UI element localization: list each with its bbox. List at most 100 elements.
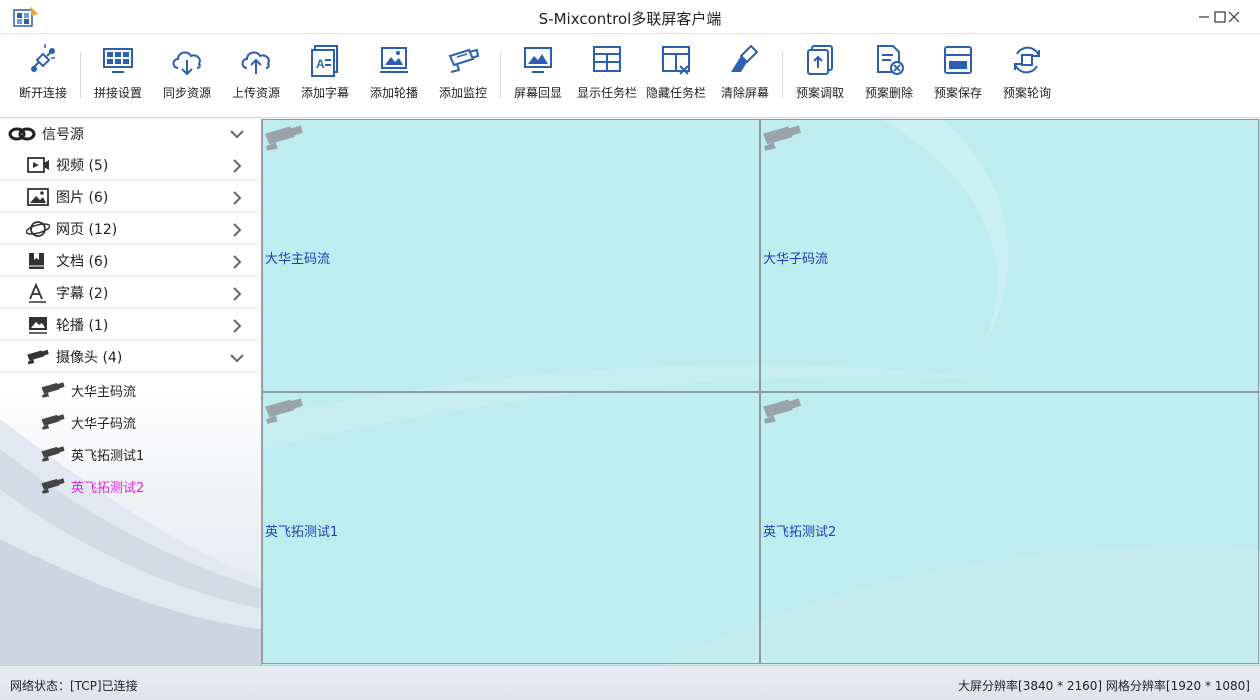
screen-cell-2[interactable]: 大华子码流 [760, 119, 1259, 392]
sidebar-item-carousel[interactable]: 轮播 (1) [0, 311, 258, 341]
chevron-right-icon [230, 319, 244, 333]
add-monitor-icon [448, 48, 480, 73]
screen-echo-label: 屏幕回显 [513, 86, 562, 100]
screen-echo-button[interactable]: 屏幕回显 [503, 40, 573, 112]
screen-cell-label: 英飞拓测试2 [763, 525, 837, 540]
chevron-right-icon [230, 223, 244, 237]
sidebar-item-label: 轮播 (1) [56, 318, 109, 334]
signal-source-label: 信号源 [42, 127, 84, 143]
document-icon [29, 253, 44, 269]
clear-screen-button[interactable]: 清除屏幕 [710, 40, 780, 112]
sidebar-item-label: 图片 (6) [56, 190, 109, 206]
add-monitor-label: 添加监控 [438, 86, 487, 100]
screen-cell-1[interactable]: 大华主码流 [262, 119, 760, 392]
sidebar-item-webpage[interactable]: 网页 (12) [0, 215, 258, 245]
window-title: S-Mixcontrol多联屏客户端 [538, 10, 722, 28]
clear-screen-icon [731, 44, 759, 72]
plan-delete-button[interactable]: 预案删除 [854, 40, 924, 112]
camera-icon [40, 477, 66, 495]
camera-icon [263, 395, 305, 427]
sidebar-item-document[interactable]: 文档 (6) [0, 247, 258, 277]
camera-icon [40, 413, 66, 431]
sidebar-item-camera[interactable]: 摄像头 (4) [0, 343, 258, 373]
resolution-status: 大屏分辨率[3840 * 2160] 网格分辨率[1920 * 1080] [958, 679, 1250, 693]
toolbar: 断开连接 拼接设置 同步资源 上传资源 A 添加字幕 添加轮播 添加监控 屏幕回… [0, 34, 1260, 118]
chevron-right-icon [230, 191, 244, 205]
camera-icon [761, 122, 803, 154]
sidebar-item-image[interactable]: 图片 (6) [0, 183, 258, 213]
add-monitor-button[interactable]: 添加监控 [428, 40, 498, 112]
plan-poll-icon [1014, 46, 1040, 74]
signal-source-header[interactable]: 信号源 [0, 119, 258, 149]
carousel-icon [29, 317, 47, 334]
toolbar-separator [500, 52, 501, 98]
splice-settings-icon [103, 48, 133, 73]
plan-save-icon [944, 46, 972, 74]
disconnect-label: 断开连接 [18, 86, 67, 100]
show-taskbar-button[interactable]: 显示任务栏 [572, 40, 642, 112]
camera-item-dahua-sub[interactable]: 大华子码流 [0, 408, 258, 436]
show-taskbar-label: 显示任务栏 [576, 86, 637, 100]
close-button[interactable] [1217, 0, 1251, 34]
plan-poll-label: 预案轮询 [1002, 86, 1051, 100]
plan-load-button[interactable]: 预案调取 [785, 40, 855, 112]
disconnect-icon [31, 44, 55, 72]
chevron-right-icon [230, 287, 244, 301]
close-icon [1228, 11, 1240, 23]
screen-cell-3[interactable]: 英飞拓测试1 [262, 392, 760, 664]
hide-taskbar-icon [662, 46, 690, 75]
add-carousel-label: 添加轮播 [369, 86, 418, 100]
link-icon [8, 127, 36, 141]
chevron-right-icon [230, 255, 244, 269]
plan-save-button[interactable]: 预案保存 [923, 40, 993, 112]
svg-text:A: A [316, 57, 325, 71]
screen-cell-label: 大华主码流 [265, 252, 331, 267]
chevron-right-icon [230, 159, 244, 173]
toolbar-separator [782, 52, 783, 98]
splice-settings-button[interactable]: 拼接设置 [83, 40, 153, 112]
screen-cell-label: 大华子码流 [763, 252, 829, 267]
camera-icon [40, 381, 66, 399]
sync-resources-label: 同步资源 [162, 86, 211, 100]
sidebar-item-label: 网页 (12) [56, 222, 118, 238]
plan-load-icon [807, 45, 833, 75]
image-icon [27, 188, 49, 206]
add-subtitle-label: 添加字幕 [300, 86, 349, 100]
add-carousel-icon [380, 47, 408, 73]
video-wall-screen: 大华主码流 大华子码流 英飞拓测试1 英飞拓测试2 [261, 119, 1260, 665]
plan-load-label: 预案调取 [795, 86, 844, 100]
video-icon [27, 157, 49, 173]
sidebar-item-label: 摄像头 (4) [56, 350, 123, 366]
camera-item-infinova-2[interactable]: 英飞拓测试2 [0, 472, 258, 500]
camera-item-infinova-1[interactable]: 英飞拓测试1 [0, 440, 258, 468]
add-subtitle-icon: A [311, 45, 338, 77]
camera-icon [761, 395, 803, 427]
chevron-down-icon [230, 127, 244, 141]
font-icon [29, 283, 46, 303]
toolbar-separator [80, 52, 81, 98]
hide-taskbar-label: 隐藏任务栏 [645, 86, 706, 100]
add-subtitle-button[interactable]: A 添加字幕 [290, 40, 360, 112]
sidebar-item-video[interactable]: 视频 (5) [0, 151, 258, 181]
camera-item-label: 英飞拓测试2 [71, 480, 145, 496]
upload-resources-label: 上传资源 [231, 86, 280, 100]
camera-item-dahua-main[interactable]: 大华主码流 [0, 376, 258, 404]
upload-resources-button[interactable]: 上传资源 [221, 40, 291, 112]
camera-item-label: 大华主码流 [71, 384, 137, 400]
signal-source-panel: 信号源 视频 (5) 图片 (6) 网页 (12) 文档 (6) 字幕 (2) … [0, 119, 261, 665]
chevron-down-icon [230, 351, 244, 365]
status-bar: 网络状态：[TCP]已连接 大屏分辨率[3840 * 2160] 网格分辨率[1… [0, 665, 1260, 700]
screen-echo-icon [524, 47, 552, 73]
network-status: 网络状态：[TCP]已连接 [10, 679, 138, 693]
screen-cell-label: 英飞拓测试1 [265, 525, 339, 540]
cloud-upload-icon [241, 51, 270, 74]
plan-poll-button[interactable]: 预案轮询 [992, 40, 1062, 112]
sidebar-item-subtitle[interactable]: 字幕 (2) [0, 279, 258, 309]
disconnect-button[interactable]: 断开连接 [8, 40, 78, 112]
title-bar: S-Mixcontrol多联屏客户端 [0, 0, 1260, 34]
screen-cell-4[interactable]: 英飞拓测试2 [760, 392, 1259, 664]
hide-taskbar-button[interactable]: 隐藏任务栏 [641, 40, 711, 112]
sidebar-item-label: 视频 (5) [56, 158, 109, 174]
add-carousel-button[interactable]: 添加轮播 [359, 40, 429, 112]
sync-resources-button[interactable]: 同步资源 [152, 40, 222, 112]
